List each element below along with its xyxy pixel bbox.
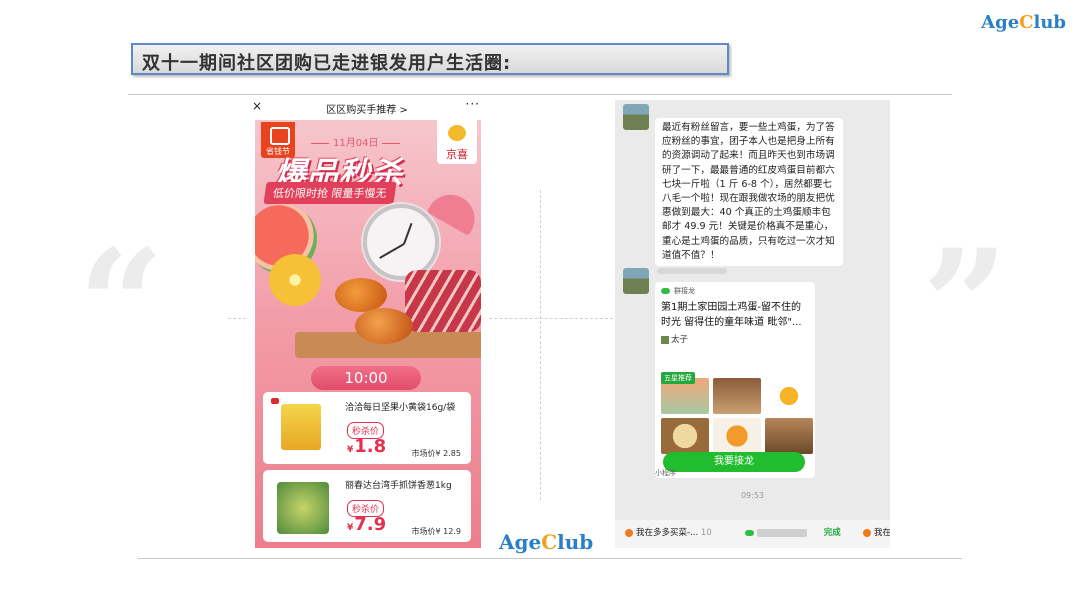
logo-part: C (541, 530, 558, 554)
avatar[interactable] (623, 268, 649, 294)
right-phone-chat-screenshot: 最近有粉丝留言，要一些土鸡蛋，为了答应粉丝的事宜，团子本人也是把身上所有的资源调… (615, 100, 890, 548)
banner-date: 11月04日 (311, 134, 400, 149)
chat-message: 最近有粉丝留言，要一些土鸡蛋，为了答应粉丝的事宜，团子本人也是把身上所有的资源调… (655, 118, 843, 267)
more-icon[interactable]: ··· (466, 97, 480, 111)
bottom-divider (138, 558, 962, 559)
card-title: 第1期土家田园土鸡蛋-留不住的时光 留得住的童年味道 毗邻"... (661, 302, 802, 328)
done-label[interactable]: 完成 (824, 528, 841, 538)
five-star-tag: 五星推荐 (661, 372, 695, 384)
quick-item-label: 我在 (874, 528, 890, 538)
egg-photo (713, 418, 761, 454)
group-icon (745, 529, 754, 536)
blurred-sender-name (657, 268, 727, 274)
card-user: 太子 (661, 333, 809, 345)
price-value: 7.9 (354, 514, 387, 535)
egg-photo (765, 378, 813, 414)
ageclub-logo: AgeClub (981, 12, 1066, 33)
jingxi-badge: 京喜 (437, 120, 477, 164)
slide-title: 双十一期间社区团购已走进银发用户生活圈: (142, 53, 512, 74)
phone-header-title[interactable]: 区区购买手推荐 > (246, 101, 488, 116)
product-name: 洽洽每日坚果小黄袋16g/袋 (345, 403, 456, 413)
quick-item[interactable]: 我在多多买菜-... 10 (625, 526, 712, 538)
egg-photo (661, 418, 709, 454)
session-time[interactable]: 10:00 (311, 366, 421, 390)
quick-item[interactable]: 完成 (745, 526, 841, 538)
top-divider (128, 94, 952, 95)
blurred-text (757, 528, 807, 537)
orange-image (269, 254, 321, 306)
clock-hour-hand (403, 222, 413, 245)
avatar[interactable] (623, 104, 649, 130)
quick-item-label: 我在多多买菜-... (636, 528, 699, 538)
alarm-clock-icon (363, 204, 439, 280)
meat-image (405, 270, 481, 332)
logo-part: lub (1033, 12, 1066, 33)
duoduo-icon (863, 528, 871, 537)
quick-item[interactable]: 我在 (863, 526, 890, 538)
chat-timestamp: 09:53 (740, 491, 765, 500)
flash-sale-banner: 省钱节 京喜 11月04日 爆品秒杀 低价限时抢 限量手慢无 10:00 洽洽每… (255, 120, 481, 548)
logo-part: lub (557, 530, 594, 554)
egg-photo (713, 378, 761, 414)
ageclub-logo: AgeClub (499, 530, 593, 554)
brand-icon (271, 398, 279, 404)
product-price: ¥7.9 (347, 514, 386, 535)
dashed-guide-vertical (540, 190, 541, 500)
slide: AgeClub 双十一期间社区团购已走进银发用户生活圈: “ ” × 区区购买手… (0, 0, 1080, 608)
crab-image (335, 278, 387, 312)
product-price: ¥1.8 (347, 436, 386, 457)
product-image (277, 482, 329, 534)
crab-image (355, 308, 413, 344)
price-value: 1.8 (354, 436, 387, 457)
product-photo-grid (661, 378, 813, 454)
market-price: 市场价¥ 12.9 (411, 527, 461, 536)
logo-part: Age (981, 12, 1020, 33)
logo-part: Age (499, 530, 542, 554)
group-buy-card[interactable]: 群接龙 第1期土家田园土鸡蛋-留不住的时光 留得住的童年味道 毗邻"... 太子… (655, 282, 815, 478)
clock-minute-hand (379, 243, 405, 259)
member-count: 10 (700, 528, 712, 538)
market-price: 市场价¥ 2.85 (411, 449, 461, 458)
currency-symbol: ¥ (347, 445, 354, 455)
phone-header: × 区区购买手推荐 > ··· (246, 96, 488, 118)
mini-program-label: 小程序 (655, 469, 676, 477)
logo-part: C (1019, 12, 1034, 33)
product-image (281, 404, 321, 450)
duoduo-icon (625, 528, 633, 537)
product-name: 丽春达台湾手抓饼香葱1kg (345, 481, 452, 491)
product-card[interactable]: 洽洽每日坚果小黄袋16g/袋 秒杀价 ¥1.8 市场价¥ 2.85 (263, 392, 471, 464)
join-button[interactable]: 我要接龙 (663, 452, 805, 472)
currency-symbol: ¥ (347, 523, 354, 533)
banner-subline: 低价限时抢 限量手慢无 (263, 182, 397, 204)
slide-title-box: 双十一期间社区团购已走进银发用户生活圈: (131, 43, 729, 75)
open-quote-mark: “ (78, 217, 165, 393)
left-phone-screenshot: × 区区购买手推荐 > ··· 省钱节 京喜 11月04日 爆品秒杀 低价限时抢… (246, 96, 488, 550)
bottom-quick-bar: 我在多多买菜-... 10 完成 我在 (615, 520, 890, 548)
egg-photo (765, 418, 813, 454)
card-source: 群接龙 (661, 286, 809, 296)
product-card[interactable]: 丽春达台湾手抓饼香葱1kg 秒杀价 ¥7.9 市场价¥ 12.9 (263, 470, 471, 542)
close-quote-mark: ” (922, 217, 1009, 393)
